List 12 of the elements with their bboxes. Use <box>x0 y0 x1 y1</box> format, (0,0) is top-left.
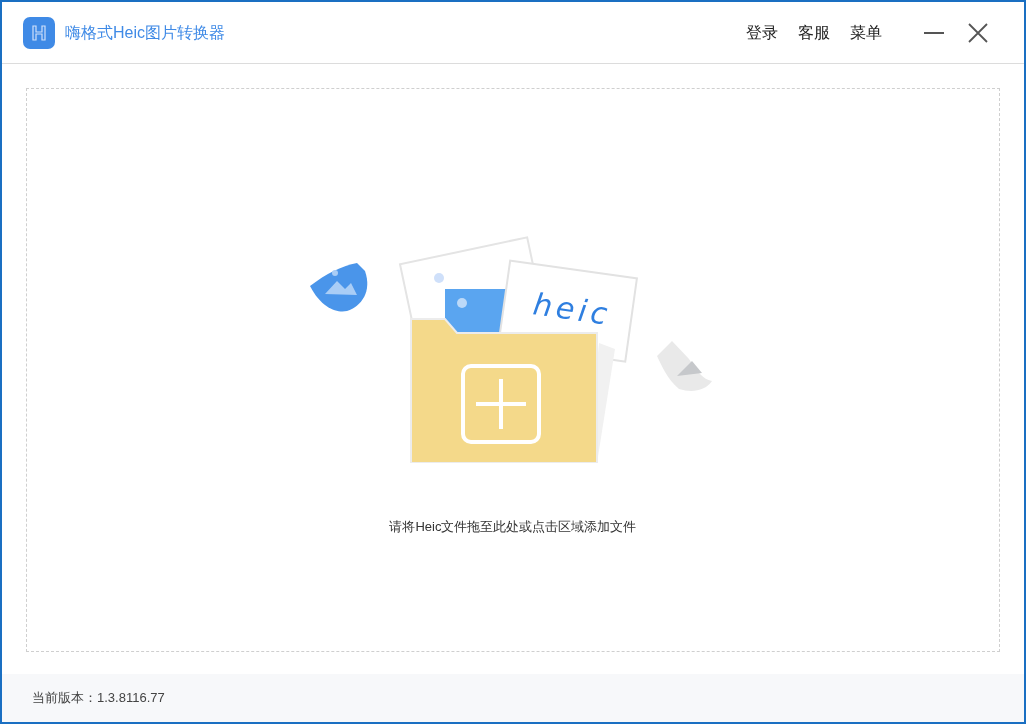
minimize-icon <box>924 31 944 34</box>
close-icon <box>968 22 988 43</box>
close-button[interactable] <box>966 20 990 45</box>
header-link[interactable]: 菜单 <box>850 20 882 45</box>
header-link[interactable]: 登录 <box>746 20 778 45</box>
window-title: 嗨格式Heic图片转换器 <box>65 22 225 43</box>
drop-hint: 请将Heic文件拖至此处或点击区域添加文件 <box>389 518 637 536</box>
version-label: 当前版本：1.3.8116.77 <box>32 689 165 708</box>
folder-illustration-drawing: heic <box>307 231 719 463</box>
header-link[interactable]: 客服 <box>798 20 830 45</box>
drop-zone[interactable]: heic 请将Heic文件拖至此处或点击区域添加文件 <box>26 88 1000 652</box>
app-logo-icon <box>23 16 55 49</box>
